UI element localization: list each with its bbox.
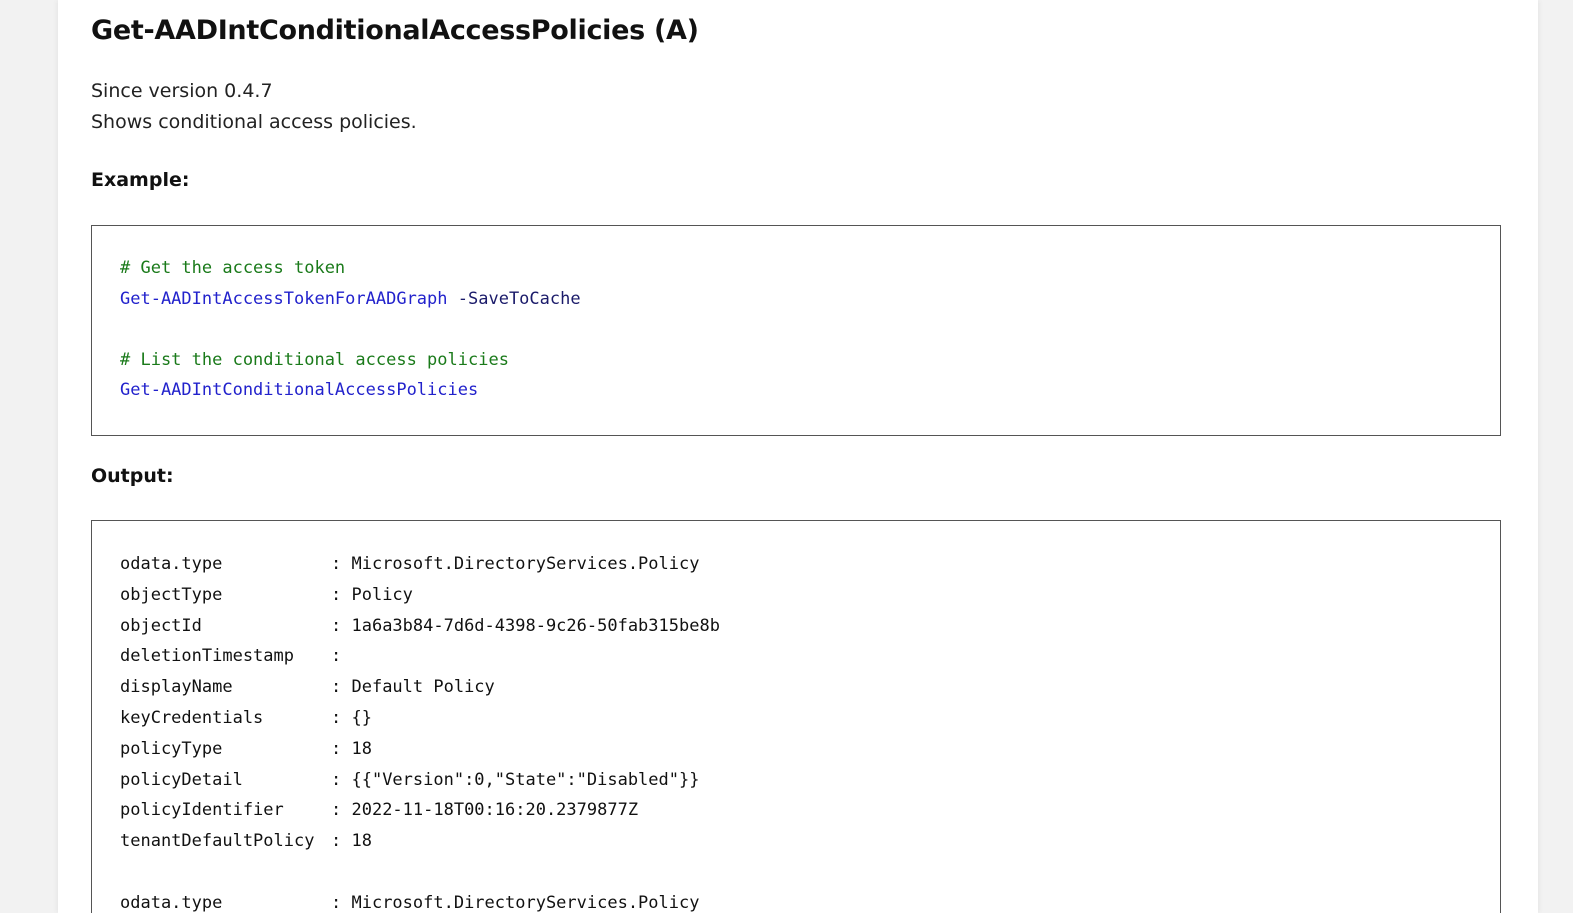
output-separator: : [331,708,352,728]
output-key: displayName [120,677,233,698]
since-version-text: Since version 0.4.7 [91,80,273,102]
output-separator: : [331,646,352,667]
output-row: objectId: 1a6a3b84-7d6d-4398-9c26-50fab3… [120,611,720,642]
output-value: Microsoft.DirectoryServices.Policy [351,892,700,913]
output-row: displayName: Default Policy [120,672,495,703]
output-row: odata.type: Microsoft.DirectoryServices.… [120,888,699,913]
output-value: 2022-11-18T00:16:20.2379877Z [351,800,639,821]
output-key: policyType [120,738,223,759]
output-separator: : [331,831,352,852]
output-row: policyType: 18 [120,734,372,765]
output-key: tenantDefaultPolicy [120,831,315,852]
output-separator: : [331,554,352,574]
output-separator: : [331,738,352,759]
output-row: deletionTimestamp: [120,641,351,672]
output-row: odata.type: Microsoft.DirectoryServices.… [120,549,699,580]
output-row: keyCredentials: {} [120,703,372,734]
output-separator: : [331,769,352,790]
output-value: {{"Version":0,"State":"Disabled"}} [351,769,700,790]
code-line: Get-AADIntAccessTokenForAADGraph -SaveTo… [120,284,581,315]
output-value: 18 [351,738,372,759]
output-value: Default Policy [351,677,495,698]
output-key: objectType [120,584,223,605]
output-key: policyDetail [120,769,243,790]
output-value: Microsoft.DirectoryServices.Policy [351,554,700,574]
output-separator: : [331,892,352,913]
output-row: policyDetail: {{"Version":0,"State":"Dis… [120,765,699,796]
example-heading: Example: [91,169,190,191]
output-value: 1a6a3b84-7d6d-4398-9c26-50fab315be8b [351,615,720,636]
output-value: Policy [351,584,413,605]
documentation-page: Get-AADIntConditionalAccessPolicies (A) … [58,0,1538,913]
example-code-block: # Get the access token Get-AADIntAccessT… [91,225,1501,436]
output-separator: : [331,584,352,605]
output-key: objectId [120,615,202,636]
output-row: policyIdentifier: 2022-11-18T00:16:20.23… [120,795,638,826]
output-separator: : [331,615,352,636]
code-command: Get-AADIntConditionalAccessPolicies [120,380,479,400]
output-key: policyIdentifier [120,800,284,821]
output-heading: Output: [91,465,174,487]
output-value: 18 [351,831,372,852]
page-title: Get-AADIntConditionalAccessPolicies (A) [91,15,699,46]
code-parameter: -SaveToCache [457,289,581,309]
output-row: tenantDefaultPolicy: 18 [120,826,372,857]
output-row: objectType: Policy [120,580,413,611]
output-separator: : [331,677,352,698]
output-code-block: odata.type: Microsoft.DirectoryServices.… [91,520,1501,913]
output-key: odata.type [120,892,223,913]
code-command: Get-AADIntAccessTokenForAADGraph [120,289,448,309]
code-comment: # List the conditional access policies [120,350,509,370]
output-key: deletionTimestamp [120,646,294,667]
output-key: odata.type [120,554,223,574]
description-text: Shows conditional access policies. [91,111,417,133]
output-separator: : [331,800,352,821]
code-comment: # Get the access token [120,258,346,278]
output-value: {} [351,708,372,728]
output-key: keyCredentials [120,708,264,728]
